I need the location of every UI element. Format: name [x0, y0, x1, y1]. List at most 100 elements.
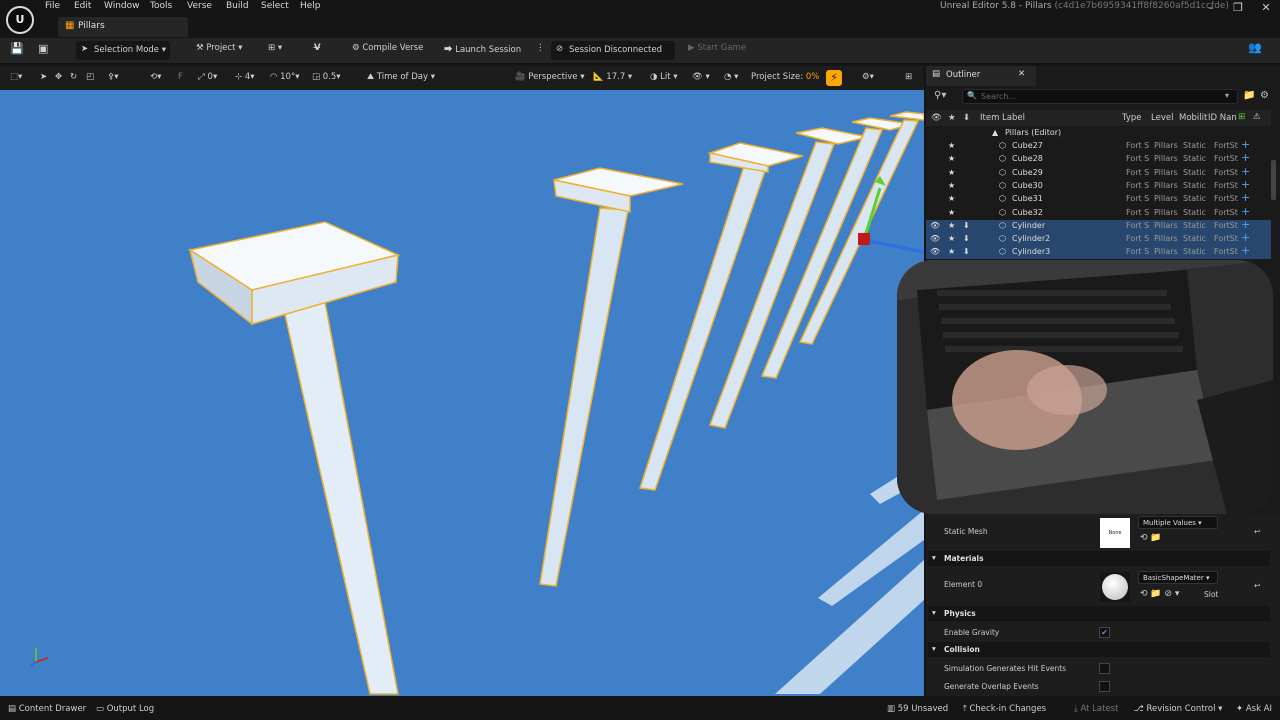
- collision-section[interactable]: ▾ Collision: [928, 642, 1270, 657]
- menu-window[interactable]: Window: [104, 1, 140, 11]
- menu-file[interactable]: File: [45, 1, 60, 11]
- grid-snap-toggle-icon[interactable]: F: [178, 72, 183, 82]
- surface-snap-icon[interactable]: ⟲▾: [150, 72, 161, 82]
- add-icon[interactable]: +: [1241, 244, 1250, 257]
- overlap-events-checkbox[interactable]: [1099, 681, 1110, 692]
- use-selected-icon[interactable]: ⟲ 📁: [1140, 533, 1162, 543]
- star-icon[interactable]: ★: [948, 181, 955, 190]
- unsaved-button[interactable]: ▥ 59 Unsaved: [887, 704, 948, 714]
- rotation-snap[interactable]: ⤢ 0▾: [198, 72, 217, 82]
- add-icon[interactable]: +: [1241, 151, 1250, 164]
- menu-tools[interactable]: Tools: [150, 1, 172, 11]
- outliner-search-input[interactable]: 🔍 Search... ▾: [962, 89, 1238, 104]
- physics-section[interactable]: ▾ Physics: [928, 606, 1270, 621]
- pin-icon[interactable]: ⬇: [963, 234, 970, 243]
- star-icon[interactable]: ★: [948, 168, 955, 177]
- outliner-row[interactable]: ★ ⬡ Cube27 Fort S Pillars Static FortSt +: [926, 138, 1271, 153]
- outliner-row[interactable]: ★ ⬡ Cube31 Fort S Pillars Static FortSt +: [926, 191, 1271, 206]
- scale-tool-icon[interactable]: ◰: [86, 72, 94, 82]
- users-icon[interactable]: 👥: [1248, 41, 1262, 54]
- outliner-row[interactable]: 👁 ★ ⬇ ⬡ Cylinder Fort S Pillars Static FortSt +: [926, 218, 1271, 233]
- star-icon[interactable]: ★: [948, 208, 955, 217]
- outliner-row[interactable]: 👁 ★ ⬇ ⬡ Cylinder3 Fort S Pillars Static FortSt +: [926, 244, 1271, 260]
- start-game-button[interactable]: ▶ Start Game: [688, 43, 746, 53]
- pin-icon[interactable]: ⬇: [963, 247, 970, 256]
- add-icon[interactable]: +: [1241, 231, 1250, 244]
- star-icon[interactable]: ★: [948, 247, 955, 256]
- rotate-tool-icon[interactable]: ↻: [70, 72, 77, 82]
- time-of-day-button[interactable]: ⛰ Time of Day ▾: [367, 72, 435, 82]
- add-icon[interactable]: +: [1241, 165, 1250, 178]
- outliner-row[interactable]: 👁 ★ ⬇ ⬡ Cylinder2 Fort S Pillars Static FortSt +: [926, 231, 1271, 247]
- star-icon[interactable]: ★: [948, 234, 955, 243]
- reset-material-icon[interactable]: ↩: [1254, 581, 1260, 590]
- launch-session-button[interactable]: ⮕ Launch Session: [444, 43, 521, 55]
- maximize-icon[interactable]: ❐: [1223, 1, 1253, 14]
- lit-button[interactable]: ◑ Lit ▾: [650, 72, 678, 82]
- save-icon[interactable]: 💾: [10, 42, 24, 55]
- close-tab-icon[interactable]: ✕: [1018, 69, 1025, 79]
- outliner-group-row[interactable]: ▲ Pillars (Editor): [926, 127, 1271, 140]
- perspective-button[interactable]: 🎥 Perspective ▾: [515, 72, 585, 82]
- ask-ai-button[interactable]: ✦ Ask AI: [1236, 704, 1272, 714]
- checkin-button[interactable]: ⤒ Check-in Changes: [963, 704, 1046, 714]
- column-level[interactable]: Level: [1151, 113, 1173, 123]
- visibility-icon[interactable]: 👁: [930, 221, 940, 230]
- column-type[interactable]: Type: [1122, 113, 1142, 123]
- add-actor-button[interactable]: ⊞ ▾: [268, 43, 282, 53]
- performance-icon[interactable]: ⚡: [826, 70, 842, 86]
- move-tool-icon[interactable]: ✥: [55, 72, 62, 82]
- menu-help[interactable]: Help: [300, 1, 321, 11]
- selection-mode-button[interactable]: ➤ Selection Mode ▾: [76, 41, 170, 60]
- hit-events-checkbox[interactable]: [1099, 663, 1110, 674]
- filter-icon[interactable]: ⚲▾: [934, 90, 946, 101]
- fov-button[interactable]: 📐 17.7 ▾: [593, 72, 632, 82]
- session-status-button[interactable]: ⊘ Session Disconnected: [551, 41, 675, 60]
- more-options-icon[interactable]: ⋮: [536, 43, 545, 53]
- outliner-row[interactable]: ★ ⬡ Cube28 Fort S Pillars Static FortSt +: [926, 151, 1271, 166]
- materials-section[interactable]: ▾ Materials: [928, 551, 1270, 566]
- menu-select[interactable]: Select: [261, 1, 289, 11]
- material-actions-icon[interactable]: ⟲ 📁 ⊘ ▾: [1140, 589, 1179, 599]
- add-icon[interactable]: +: [1241, 205, 1250, 218]
- settings-icon[interactable]: ⚙: [1260, 90, 1269, 101]
- preview-icon[interactable]: ◔ ▾: [724, 72, 738, 82]
- angle-snap[interactable]: ◠ 10°▾: [270, 72, 299, 82]
- column-item-label[interactable]: Item Label: [980, 113, 1025, 123]
- add-icon[interactable]: +: [1241, 138, 1250, 151]
- grid-count[interactable]: ⊹ 4▾: [235, 72, 255, 82]
- star-icon[interactable]: ★: [948, 194, 955, 203]
- at-latest-button[interactable]: ⤓ At Latest: [1074, 704, 1118, 714]
- minimize-icon[interactable]: –: [1196, 1, 1226, 14]
- scale-snap[interactable]: ◲ 0.5▾: [312, 72, 341, 82]
- add-icon[interactable]: +: [1241, 178, 1250, 191]
- enable-gravity-checkbox[interactable]: ✔: [1099, 627, 1110, 638]
- layout-icon[interactable]: ⊞: [905, 72, 912, 82]
- visibility-icon[interactable]: 👁: [930, 247, 940, 256]
- show-icon[interactable]: 👁 ▾: [692, 72, 710, 82]
- browse-icon[interactable]: ▣: [38, 42, 48, 55]
- menu-build[interactable]: Build: [226, 1, 249, 11]
- material-thumbnail[interactable]: [1100, 572, 1130, 602]
- compile-verse-button[interactable]: ⚙ Compile Verse: [352, 43, 423, 53]
- star-icon[interactable]: ★: [948, 141, 955, 150]
- content-drawer-button[interactable]: ▤ Content Drawer: [8, 704, 86, 714]
- output-log-button[interactable]: ▭ Output Log: [96, 704, 154, 714]
- unreal-logo-icon[interactable]: U: [6, 6, 34, 34]
- reset-mesh-icon[interactable]: ↩: [1254, 527, 1260, 536]
- add-icon[interactable]: +: [1241, 191, 1250, 204]
- menu-edit[interactable]: Edit: [74, 1, 91, 11]
- outliner-scrollbar[interactable]: [1271, 160, 1276, 200]
- visibility-icon[interactable]: 👁: [930, 234, 940, 243]
- outliner-row[interactable]: ★ ⬡ Cube32 Fort S Pillars Static FortSt +: [926, 205, 1271, 220]
- star-icon[interactable]: ★: [948, 154, 955, 163]
- pin-icon[interactable]: ⬇: [963, 221, 970, 230]
- add-icon[interactable]: +: [1241, 218, 1250, 231]
- world-space-icon[interactable]: ⚴▾: [108, 72, 119, 82]
- static-mesh-combo[interactable]: Multiple Values ▾: [1138, 516, 1218, 529]
- viewport-settings-icon[interactable]: ⚙▾: [862, 72, 874, 82]
- static-mesh-thumbnail[interactable]: None: [1100, 518, 1130, 548]
- level-viewport[interactable]: [0, 90, 924, 696]
- verse-icon[interactable]: V̶: [314, 43, 321, 53]
- revision-control-button[interactable]: ⎇ Revision Control ▾: [1134, 704, 1222, 714]
